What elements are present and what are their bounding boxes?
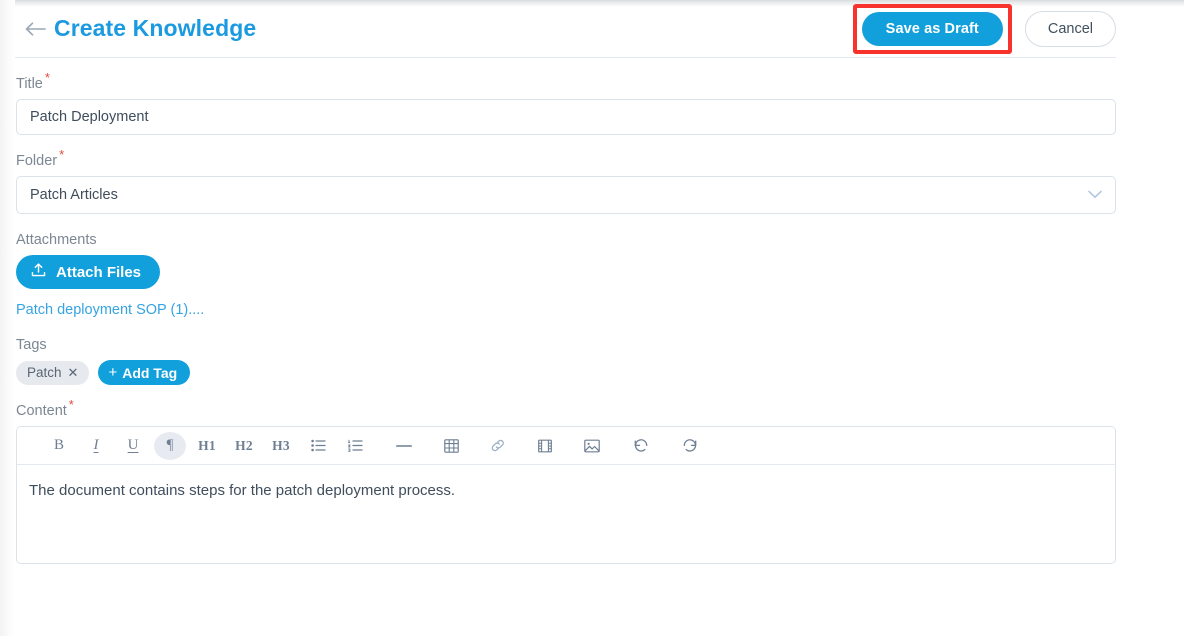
knowledge-form: Title* Folder* Patch Articles Attachment… — [16, 58, 1116, 564]
video-icon[interactable] — [529, 432, 561, 460]
add-tag-button[interactable]: + Add Tag — [98, 360, 191, 385]
close-icon[interactable]: ✕ — [68, 366, 79, 379]
heading-2-icon[interactable]: H2 — [228, 432, 260, 460]
image-icon[interactable] — [576, 432, 608, 460]
title-label-text: Title — [16, 76, 43, 92]
folder-select-wrap: Patch Articles — [16, 176, 1116, 214]
horizontal-rule-icon[interactable] — [388, 432, 420, 460]
content-label: Content * — [16, 398, 1116, 419]
folder-label: Folder * — [16, 148, 1116, 169]
content-editor-body[interactable]: The document contains steps for the patc… — [17, 465, 1115, 563]
upload-icon — [30, 262, 47, 283]
heading-1-icon[interactable]: H1 — [191, 432, 223, 460]
content-label-text: Content — [16, 403, 67, 419]
save-button-highlight: Save as Draft — [852, 3, 1012, 54]
folder-select-value: Patch Articles — [30, 187, 118, 203]
italic-icon[interactable]: I — [80, 432, 112, 460]
attachment-file-link[interactable]: Patch deployment SOP (1).... — [16, 302, 204, 318]
tags-label: Tags — [16, 337, 47, 353]
undo-icon[interactable] — [625, 432, 657, 460]
paragraph-icon[interactable]: ¶ — [154, 431, 186, 460]
attach-files-button[interactable]: Attach Files — [16, 255, 161, 289]
tag-chip-label: Patch — [27, 365, 62, 380]
page-header: Create Knowledge Save as Draft Cancel — [15, 0, 1116, 58]
tags-row: Patch ✕ + Add Tag — [16, 360, 1116, 385]
folder-label-text: Folder — [16, 153, 58, 169]
redo-icon[interactable] — [674, 432, 706, 460]
left-gutter-shadow — [0, 0, 15, 636]
content-required-mark: * — [68, 397, 74, 413]
folder-required-mark: * — [59, 147, 65, 163]
link-icon[interactable] — [482, 432, 514, 460]
title-input[interactable] — [16, 99, 1116, 135]
bold-icon[interactable]: B — [43, 432, 75, 460]
table-icon[interactable] — [435, 432, 467, 460]
rich-text-editor: B I U ¶ H1 H2 H3 The document contains s… — [16, 426, 1116, 564]
page-title: Create Knowledge — [54, 15, 257, 41]
attachments-label: Attachments — [16, 232, 97, 248]
create-knowledge-page: Create Knowledge Save as Draft Cancel Ti… — [0, 0, 1184, 636]
underline-icon[interactable]: U — [117, 432, 149, 460]
editor-toolbar: B I U ¶ H1 H2 H3 — [17, 427, 1115, 465]
title-label: Title * — [16, 71, 1116, 92]
header-actions: Save as Draft Cancel — [852, 3, 1116, 54]
heading-3-icon[interactable]: H3 — [265, 432, 297, 460]
attachment-list: Patch deployment SOP (1).... — [16, 289, 1116, 319]
folder-select[interactable]: Patch Articles — [16, 176, 1116, 214]
numbered-list-icon[interactable] — [339, 432, 371, 460]
back-arrow-icon[interactable] — [23, 16, 49, 42]
tag-chip[interactable]: Patch ✕ — [16, 360, 90, 385]
plus-icon: + — [108, 364, 118, 381]
save-as-draft-button[interactable]: Save as Draft — [861, 11, 1003, 46]
add-tag-label: Add Tag — [122, 364, 178, 381]
cancel-button[interactable]: Cancel — [1024, 10, 1116, 47]
attach-files-label: Attach Files — [56, 263, 142, 281]
bulleted-list-icon[interactable] — [302, 432, 334, 460]
title-required-mark: * — [44, 70, 50, 86]
